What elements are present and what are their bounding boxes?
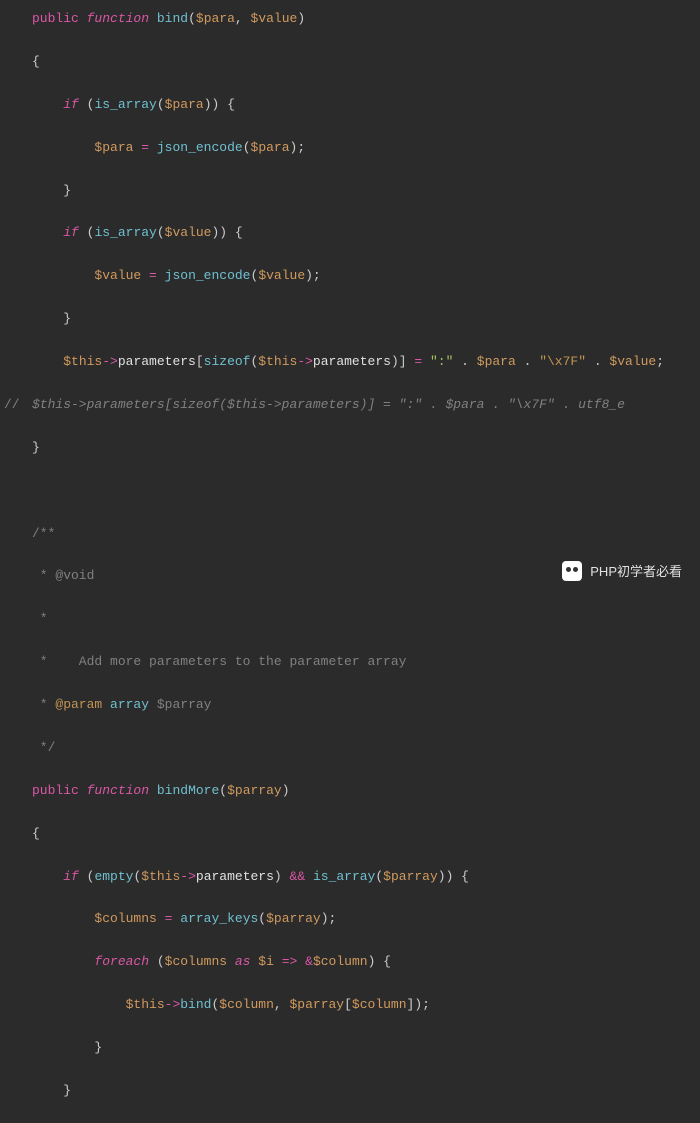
code-line: }: [4, 180, 700, 201]
code-line-commented: //$this->parameters[sizeof($this->parame…: [4, 394, 700, 415]
code-line: $this->parameters[sizeof($this->paramete…: [4, 351, 700, 372]
wechat-icon: [562, 561, 582, 581]
code-line: public function bind($para, $value): [4, 8, 700, 29]
docblock-end: */: [4, 737, 700, 758]
code-line: }: [4, 1037, 700, 1058]
code-line: if (is_array($value)) {: [4, 222, 700, 243]
code-line: {: [4, 51, 700, 72]
code-line: $value = json_encode($value);: [4, 265, 700, 286]
code-line: $para = json_encode($para);: [4, 137, 700, 158]
docblock-line: * Add more parameters to the parameter a…: [4, 651, 700, 672]
docblock-line: *: [4, 608, 700, 629]
code-line: }: [4, 308, 700, 329]
code-line: foreach ($columns as $i => &$column) {: [4, 951, 700, 972]
docblock-line: * @param array $parray: [4, 694, 700, 715]
code-line: }: [4, 1080, 700, 1101]
code-line: $columns = array_keys($parray);: [4, 908, 700, 929]
watermark: PHP初学者必看: [562, 561, 682, 582]
function-name: bind: [157, 11, 188, 26]
code-line: if (is_array($para)) {: [4, 94, 700, 115]
keyword-function: function: [87, 11, 149, 26]
code-line: }: [4, 437, 700, 458]
code-line: public function bindMore($parray): [4, 780, 700, 801]
code-line-blank: [4, 480, 700, 501]
code-line: if (empty($this->parameters) && is_array…: [4, 866, 700, 887]
keyword-public: public: [32, 11, 79, 26]
docblock-start: /**: [4, 523, 700, 544]
gutter-comment: //: [4, 394, 32, 415]
watermark-text: PHP初学者必看: [590, 561, 682, 582]
code-line: $this->bind($column, $parray[$column]);: [4, 994, 700, 1015]
code-line: {: [4, 823, 700, 844]
